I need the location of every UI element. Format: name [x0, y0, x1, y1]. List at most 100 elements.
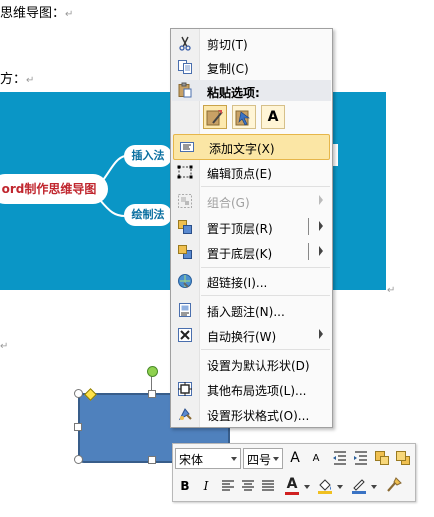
- chevron-down-icon[interactable]: [231, 457, 237, 461]
- menu-item-cut[interactable]: 剪切(T): [172, 31, 331, 55]
- menu-item-label: 其他布局选项(L)...: [207, 384, 307, 398]
- resize-handle-top[interactable]: [148, 390, 156, 398]
- resize-handle-left[interactable]: [74, 423, 82, 431]
- font-color-swatch: [285, 492, 299, 495]
- mindmap-branch-draw[interactable]: 绘制法: [124, 204, 172, 226]
- scissors-icon: [179, 36, 191, 51]
- paste-keep-source-button[interactable]: [203, 105, 227, 129]
- submenu-arrow-icon: [319, 195, 323, 205]
- submenu-arrow-icon[interactable]: [319, 246, 323, 256]
- send-to-back-icon: [178, 245, 192, 259]
- chevron-down-icon[interactable]: [273, 457, 279, 461]
- bold-button[interactable]: B: [176, 477, 194, 495]
- context-menu: 剪切(T) 复制(C) 粘贴选项: A 添加文字(X) 编辑顶点(E) 组合(G…: [170, 28, 333, 428]
- paragraph-mark: ↵: [387, 285, 396, 296]
- shrink-font-icon: A: [312, 453, 320, 464]
- submenu-arrow-icon: [319, 329, 323, 339]
- menu-separator: [201, 186, 330, 187]
- menu-item-edit-points[interactable]: 编辑顶点(E): [172, 160, 331, 184]
- format-painter-icon[interactable]: [385, 476, 403, 494]
- paste-picture-icon: [235, 110, 250, 126]
- grow-font-button[interactable]: A: [286, 449, 304, 467]
- menu-item-group[interactable]: 组合(G): [172, 189, 331, 213]
- menu-item-wrap-text[interactable]: 自动换行(W): [172, 323, 331, 347]
- paste-text-icon: A: [267, 109, 279, 125]
- format-shape-icon: [178, 408, 192, 421]
- menu-item-label: 置于底层(K): [207, 247, 273, 261]
- document-heading: 思维导图：↵: [0, 2, 73, 21]
- rotation-handle[interactable]: [147, 366, 158, 377]
- paste-text-only-button[interactable]: A: [261, 105, 285, 129]
- outline-color-icon[interactable]: [350, 476, 368, 494]
- heading-text: 思维导图：: [0, 6, 66, 21]
- paste-options-label: 粘贴选项:: [207, 86, 260, 100]
- menu-item-copy[interactable]: 复制(C): [172, 55, 331, 79]
- bring-forward-icon[interactable]: [373, 449, 391, 467]
- menu-item-label: 超链接(I)...: [207, 276, 268, 290]
- copy-icon: [178, 60, 192, 74]
- menu-item-send-to-back[interactable]: 置于底层(K): [172, 240, 331, 264]
- decrease-indent-icon[interactable]: [331, 449, 349, 467]
- resize-handle-tl[interactable]: [74, 389, 83, 398]
- font-name-combo[interactable]: 宋体: [175, 448, 241, 469]
- paste-picture-button[interactable]: [232, 105, 256, 129]
- split-divider: [308, 243, 309, 260]
- menu-item-label: 组合(G): [207, 196, 250, 210]
- align-center-icon[interactable]: [239, 477, 257, 495]
- paragraph-mark: ↵: [26, 75, 35, 86]
- document-line: 方：↵: [0, 68, 34, 87]
- paragraph-mark: ↵: [0, 341, 9, 352]
- banner-paragraph-mark: ↵: [387, 282, 395, 297]
- menu-item-label: 置于顶层(R): [207, 222, 273, 236]
- paste-keep-format-icon: [206, 110, 223, 126]
- menu-item-more-layout[interactable]: 其他布局选项(L)...: [172, 377, 331, 401]
- paste-icon: [178, 82, 192, 98]
- bold-icon: B: [180, 479, 190, 493]
- resize-handle-bl[interactable]: [74, 455, 83, 464]
- empty-paragraph: ↵: [0, 338, 8, 353]
- mindmap-branch-insert[interactable]: 插入法: [124, 145, 172, 167]
- menu-item-format-shape[interactable]: 设置形状格式(O)...: [172, 402, 331, 426]
- chevron-down-icon[interactable]: [304, 485, 310, 489]
- menu-item-bring-to-front[interactable]: 置于顶层(R): [172, 215, 331, 239]
- resize-handle-bottom[interactable]: [148, 456, 156, 464]
- menu-item-label: 设置形状格式(O)...: [207, 409, 310, 423]
- layout-icon: [178, 382, 192, 396]
- split-divider: [308, 218, 309, 235]
- font-size-combo[interactable]: 四号: [243, 448, 283, 469]
- align-left-icon[interactable]: [219, 477, 237, 495]
- menu-item-insert-caption[interactable]: 插入题注(N)...: [172, 298, 331, 322]
- caption-icon: [179, 303, 191, 317]
- edit-points-icon: [177, 165, 193, 179]
- increase-indent-icon[interactable]: [352, 449, 370, 467]
- font-color-button[interactable]: A: [283, 475, 301, 495]
- italic-icon: I: [203, 479, 209, 493]
- line-text: 方：: [0, 72, 27, 87]
- menu-item-label: 自动换行(W): [207, 330, 277, 344]
- textbox-icon: [180, 142, 194, 152]
- paragraph-mark: ↵: [65, 9, 74, 20]
- mindmap-center-node[interactable]: ord制作思维导图: [0, 174, 108, 204]
- menu-item-label: 编辑顶点(E): [207, 167, 272, 181]
- font-name-value: 宋体: [179, 453, 204, 467]
- font-size-value: 四号: [247, 453, 272, 467]
- menu-item-add-text[interactable]: 添加文字(X): [173, 134, 330, 160]
- send-backward-icon[interactable]: [394, 449, 412, 467]
- wrap-text-icon: [178, 328, 192, 342]
- menu-item-set-default-shape[interactable]: 设置为默认形状(D): [172, 352, 331, 376]
- chevron-down-icon[interactable]: [371, 485, 377, 489]
- menu-separator: [201, 349, 330, 350]
- menu-item-label: 设置为默认形状(D): [207, 359, 310, 373]
- menu-item-hyperlink[interactable]: 超链接(I)...: [172, 269, 331, 293]
- chevron-down-icon[interactable]: [337, 485, 343, 489]
- italic-button[interactable]: I: [197, 477, 215, 495]
- fill-color-icon[interactable]: [316, 476, 334, 494]
- mini-toolbar: 宋体 四号 A A B I A: [172, 443, 416, 502]
- bring-to-front-icon: [178, 220, 192, 234]
- menu-item-label: 剪切(T): [207, 38, 248, 52]
- submenu-arrow-icon[interactable]: [319, 221, 323, 231]
- shrink-font-button[interactable]: A: [307, 450, 325, 468]
- hyperlink-icon: [178, 274, 192, 288]
- align-justify-icon[interactable]: [259, 477, 277, 495]
- menu-item-label: 插入题注(N)...: [207, 305, 285, 319]
